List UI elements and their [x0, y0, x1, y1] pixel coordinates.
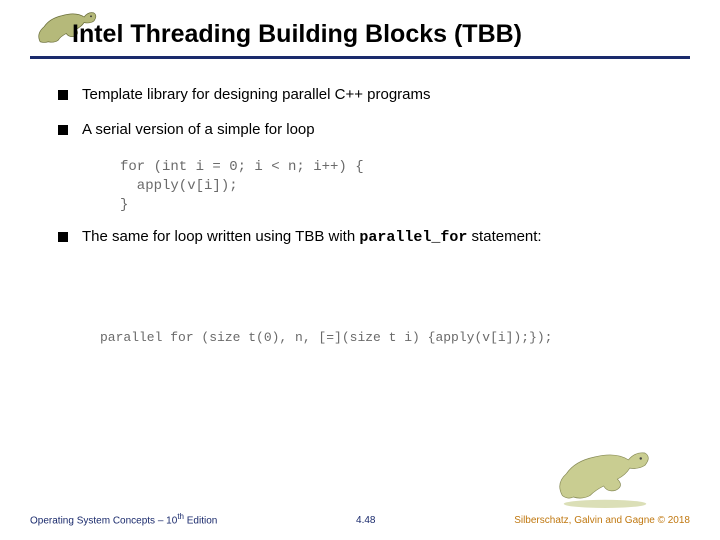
code-serial: for (int i = 0; i < n; i++) { apply(v[i]…	[120, 158, 364, 215]
bullet-3-code: parallel_for	[359, 229, 467, 246]
slide: Intel Threading Building Blocks (TBB) Te…	[0, 0, 720, 540]
footer-center: 4.48	[356, 515, 375, 526]
footer-right: Silberschatz, Galvin and Gagne © 2018	[514, 515, 690, 526]
bullet-1-text: Template library for designing parallel …	[82, 86, 431, 103]
bullet-3-pre: The same for loop written using TBB with	[82, 228, 359, 245]
slide-title: Intel Threading Building Blocks (TBB)	[72, 20, 522, 49]
footer: Operating System Concepts – 10th Edition…	[30, 512, 690, 526]
footer-left: Operating System Concepts – 10th Edition	[30, 512, 217, 526]
bullet-3-post: statement:	[467, 228, 541, 245]
footer-left-pre: Operating System Concepts – 10	[30, 515, 177, 526]
code-parallel: parallel for (size t(0), n, [=](size t i…	[100, 330, 552, 345]
bullet-2: A serial version of a simple for loop	[58, 121, 678, 138]
bullet-2-text: A serial version of a simple for loop	[82, 121, 315, 138]
bullet-marker-icon	[58, 125, 68, 135]
bullet-marker-icon	[58, 90, 68, 100]
footer-left-sup: th	[177, 512, 184, 521]
bullet-1: Template library for designing parallel …	[58, 86, 678, 103]
bullet-3-text: The same for loop written using TBB with…	[82, 228, 542, 246]
bullet-marker-icon	[58, 232, 68, 242]
dinosaur-bottom-icon	[550, 440, 660, 510]
bullet-3: The same for loop written using TBB with…	[58, 228, 678, 246]
footer-left-post: Edition	[184, 515, 217, 526]
title-underline	[30, 56, 690, 59]
